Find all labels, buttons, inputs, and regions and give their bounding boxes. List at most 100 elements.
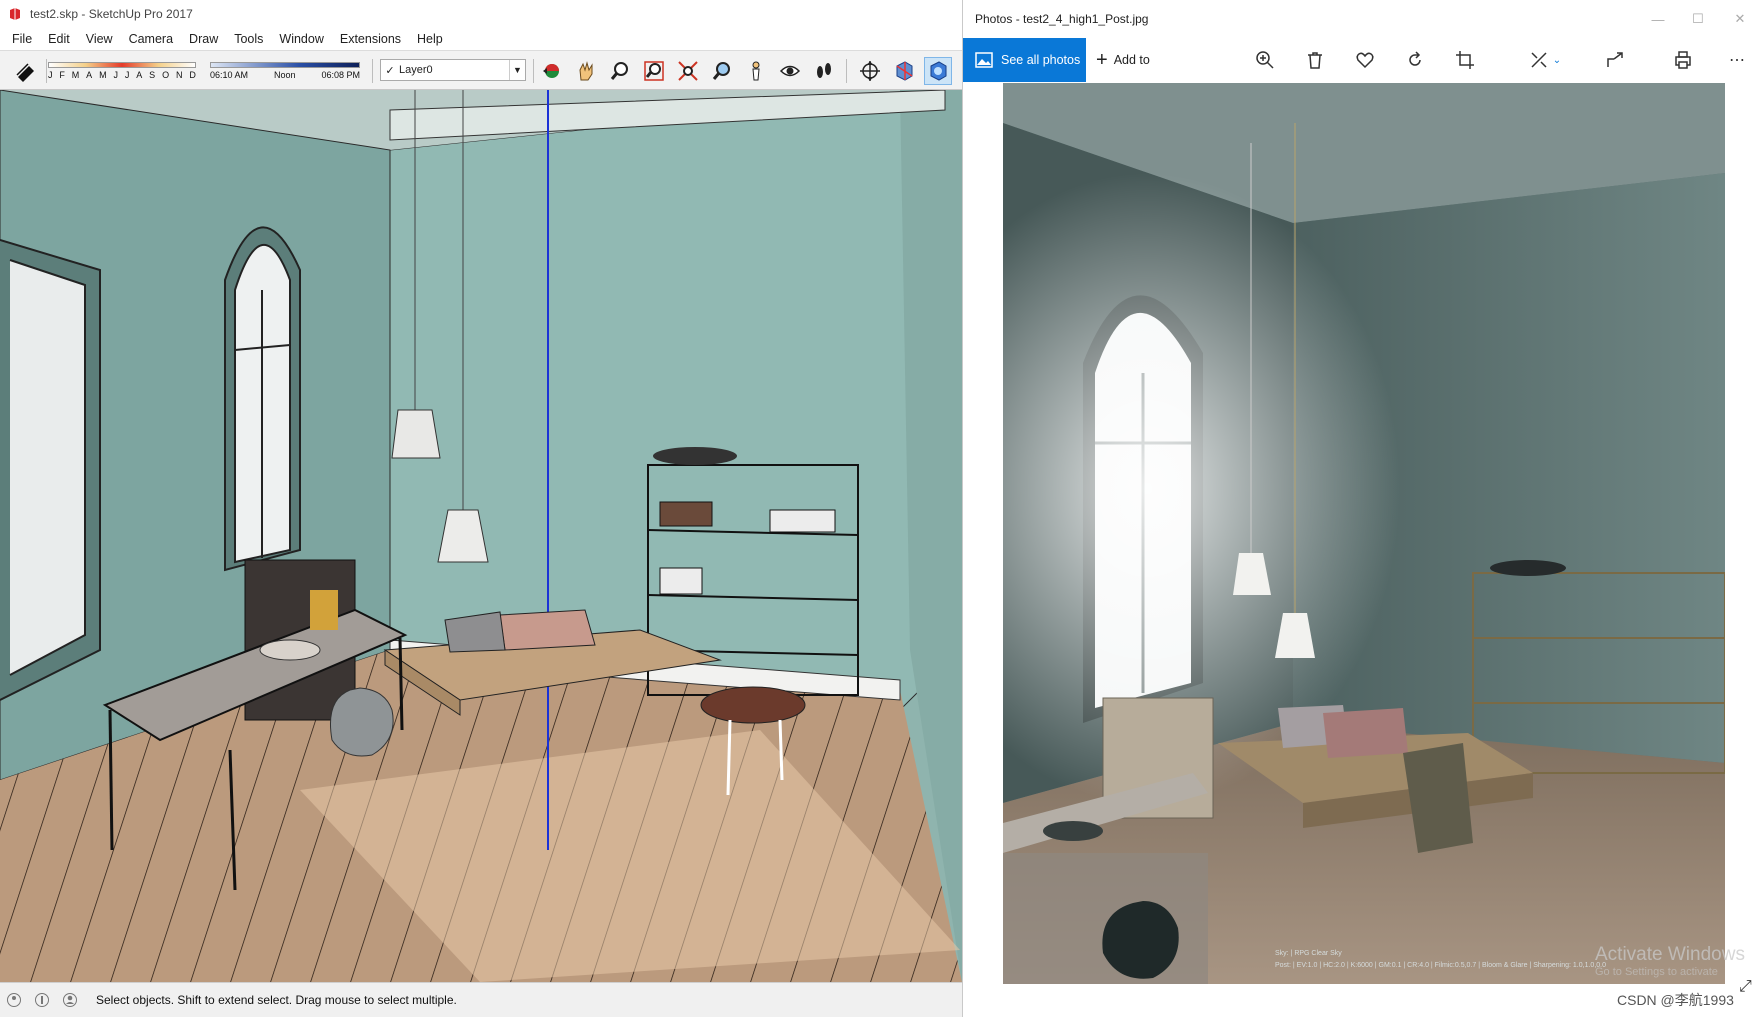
resize-arrow-icon[interactable]: ⤢ <box>1739 978 1752 996</box>
menu-view[interactable]: View <box>78 32 121 46</box>
menu-camera[interactable]: Camera <box>121 32 181 46</box>
section-plane-icon <box>860 61 880 81</box>
window-title: test2.skp - SketchUp Pro 2017 <box>30 7 193 21</box>
delete-icon <box>1308 52 1322 69</box>
time-noon-label: Noon <box>273 70 296 80</box>
render-image: Sky: | RPG Clear Sky Post: | EV:1.0 | HC… <box>1003 83 1725 984</box>
look-around-icon <box>779 65 801 77</box>
see-all-label: See all photos <box>1001 53 1081 67</box>
rendered-photo[interactable]: Sky: | RPG Clear Sky Post: | EV:1.0 | HC… <box>1003 83 1725 984</box>
shadow-icon <box>16 63 34 82</box>
position-camera-icon <box>752 61 760 81</box>
menu-tools[interactable]: Tools <box>226 32 271 46</box>
menu-window[interactable]: Window <box>271 32 331 46</box>
month-label: O <box>162 70 170 80</box>
month-label: S <box>149 70 156 80</box>
zoom-window-button[interactable] <box>640 57 668 85</box>
add-to-label: Add to <box>1113 53 1150 67</box>
photos-window: Photos - test2_4_high1_Post.jpg — ☐ ✕ Se… <box>962 0 1763 1017</box>
geo-location-icon[interactable] <box>6 992 22 1008</box>
edit-create-button[interactable]: ⌄ <box>1525 48 1565 72</box>
print-icon <box>1675 51 1691 69</box>
position-camera-button[interactable] <box>742 57 770 85</box>
status-message: Select objects. Shift to extend select. … <box>96 993 457 1007</box>
plus-icon: + <box>1096 48 1108 71</box>
menu-draw[interactable]: Draw <box>181 32 226 46</box>
shadow-time-slider[interactable]: 06:10 AM Noon 06:08 PM <box>210 62 360 82</box>
layer-select[interactable]: ✓ Layer0 ▼ <box>380 59 526 81</box>
window-title: Photos - test2_4_high1_Post.jpg <box>975 12 1149 26</box>
zoom-in-icon <box>1256 51 1274 69</box>
csdn-watermark: CSDN @李航1993 <box>1617 992 1734 1008</box>
orbit-icon <box>543 64 559 78</box>
more-options-button[interactable]: ⋯ <box>1725 48 1749 72</box>
model-viewport[interactable] <box>0 90 962 982</box>
sketchup-window: test2.skp - SketchUp Pro 2017 File Edit … <box>0 0 962 1017</box>
favorite-icon <box>1356 52 1374 69</box>
menu-edit[interactable]: Edit <box>40 32 78 46</box>
share-button[interactable] <box>1603 48 1627 72</box>
shadow-toggle-button[interactable] <box>12 57 40 85</box>
favorite-button[interactable] <box>1353 48 1377 72</box>
month-label: F <box>59 70 65 80</box>
check-icon: ✓ <box>385 64 395 77</box>
credits-icon[interactable] <box>34 992 50 1008</box>
month-label: J <box>113 70 118 80</box>
delete-button[interactable] <box>1303 48 1327 72</box>
title-bar: test2.skp - SketchUp Pro 2017 <box>0 0 962 28</box>
menu-file[interactable]: File <box>4 32 40 46</box>
menu-bar: File Edit View Camera Draw Tools Window … <box>0 28 962 50</box>
rotate-button[interactable] <box>1403 48 1427 72</box>
user-icon[interactable] <box>62 992 78 1008</box>
display-section-icon <box>896 61 913 81</box>
title-bar: Photos - test2_4_high1_Post.jpg — ☐ ✕ <box>963 0 1763 38</box>
pan-button[interactable] <box>572 57 600 85</box>
pan-icon <box>579 61 593 81</box>
add-to-button[interactable]: + Add to <box>1096 38 1150 82</box>
edit-icon <box>1531 52 1547 68</box>
sketchup-app-icon <box>10 8 20 20</box>
look-around-button[interactable] <box>776 57 804 85</box>
status-bar: Select objects. Shift to extend select. … <box>0 982 962 1017</box>
menu-extensions[interactable]: Extensions <box>332 32 409 46</box>
rotate-icon <box>1409 51 1421 66</box>
section-plane-button[interactable] <box>856 57 884 85</box>
month-label: M <box>99 70 107 80</box>
share-icon <box>1607 52 1623 67</box>
zoom-window-icon <box>644 61 664 81</box>
previous-view-button[interactable] <box>708 57 736 85</box>
print-button[interactable] <box>1671 48 1695 72</box>
previous-view-icon <box>712 62 730 80</box>
see-all-photos-button[interactable]: See all photos <box>963 38 1086 82</box>
menu-help[interactable]: Help <box>409 32 451 46</box>
render-meta-post: Post: | EV:1.0 | HC:2.0 | K:6000 | GM:0.… <box>1275 962 1606 969</box>
orbit-button[interactable] <box>538 57 566 85</box>
close-button[interactable]: ✕ <box>1725 8 1755 30</box>
zoom-extents-icon <box>678 61 698 81</box>
layer-value: Layer0 <box>399 64 433 76</box>
style-button[interactable] <box>924 57 952 85</box>
zoom-extents-button[interactable] <box>674 57 702 85</box>
minimize-button[interactable]: — <box>1643 8 1673 30</box>
crop-icon <box>1456 51 1474 69</box>
time-end-label: 06:08 PM <box>321 70 360 80</box>
month-label: A <box>86 70 93 80</box>
shadow-month-slider[interactable]: J F M A M J J A S O N D <box>48 62 196 82</box>
render-meta-sky: Sky: | RPG Clear Sky <box>1275 950 1342 957</box>
photos-toolbar: See all photos + Add to ⌄ ⋯ <box>963 38 1763 82</box>
maximize-button[interactable]: ☐ <box>1683 8 1713 30</box>
zoom-button[interactable] <box>606 57 634 85</box>
zoom-in-button[interactable] <box>1253 48 1277 72</box>
walk-button[interactable] <box>810 57 838 85</box>
model-drawing <box>0 90 962 982</box>
month-label: A <box>136 70 143 80</box>
crop-button[interactable] <box>1453 48 1477 72</box>
zoom-icon <box>610 62 628 80</box>
month-label: N <box>175 70 183 80</box>
display-section-button[interactable] <box>890 57 918 85</box>
chevron-down-icon[interactable]: ▼ <box>509 60 525 80</box>
activate-windows-hint: Go to Settings to activate <box>1595 966 1718 978</box>
month-label: D <box>189 70 196 80</box>
more-icon: ⋯ <box>1729 52 1745 69</box>
style-icon <box>930 61 947 81</box>
